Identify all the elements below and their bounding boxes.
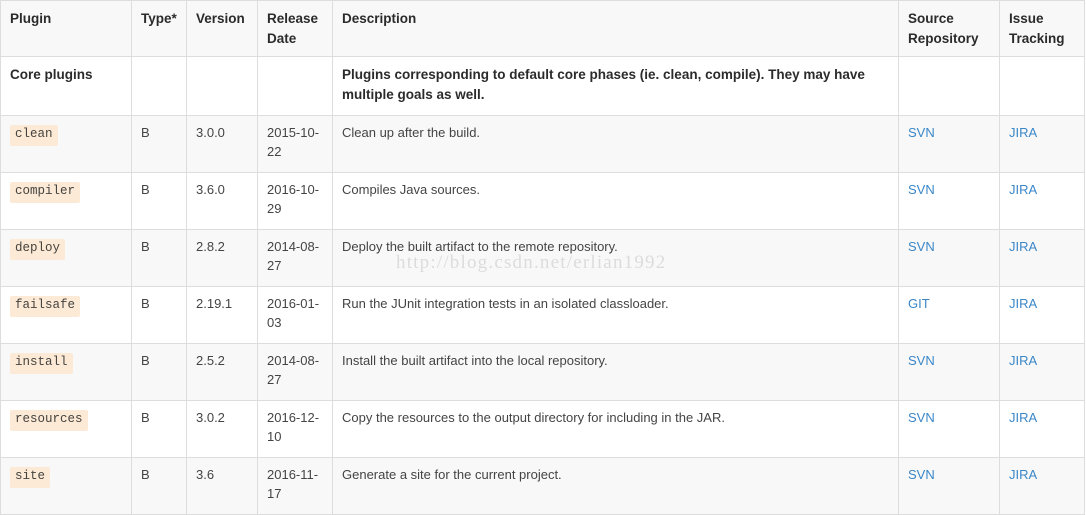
group-row-source-cell: [898, 56, 1000, 117]
plugin-name-badge[interactable]: resources: [10, 410, 88, 431]
column-header-version[interactable]: Version: [186, 0, 258, 58]
table-body: Core plugins Plugins corresponding to de…: [0, 56, 1085, 515]
group-row-type-cell: [131, 56, 187, 117]
source-repository-link[interactable]: SVN: [908, 467, 935, 482]
issue-tracking-link[interactable]: JIRA: [1009, 125, 1037, 140]
cell-source-repository: SVN: [898, 400, 1000, 459]
cell-description: Generate a site for the current project.: [332, 457, 899, 515]
cell-issue-tracking: JIRA: [999, 343, 1085, 402]
cell-release-date: 2014-08-27: [257, 229, 333, 288]
column-header-issue-tracking[interactable]: Issue Tracking: [999, 0, 1085, 58]
plugin-name-badge[interactable]: install: [10, 353, 73, 374]
source-repository-link[interactable]: SVN: [908, 239, 935, 254]
cell-source-repository: SVN: [898, 343, 1000, 402]
cell-version: 2.19.1: [186, 286, 258, 345]
cell-release-date: 2016-12-10: [257, 400, 333, 459]
plugins-table-viewport: Plugin Type* Version Release Date Descri…: [0, 0, 1086, 515]
cell-release-date: 2015-10-22: [257, 115, 333, 174]
column-header-description[interactable]: Description: [332, 0, 899, 58]
cell-version: 2.5.2: [186, 343, 258, 402]
cell-issue-tracking: JIRA: [999, 286, 1085, 345]
cell-type: B: [131, 115, 187, 174]
group-row-description-cell: Plugins corresponding to default core ph…: [332, 56, 899, 117]
source-repository-link[interactable]: SVN: [908, 125, 935, 140]
column-header-release-date[interactable]: Release Date: [257, 0, 333, 58]
issue-tracking-link[interactable]: JIRA: [1009, 182, 1037, 197]
cell-type: B: [131, 457, 187, 515]
issue-tracking-link[interactable]: JIRA: [1009, 353, 1037, 368]
table-row: resources B 3.0.2 2016-12-10 Copy the re…: [0, 400, 1085, 459]
cell-version: 3.0.0: [186, 115, 258, 174]
plugin-name-badge[interactable]: compiler: [10, 182, 81, 203]
table-group-row: Core plugins Plugins corresponding to de…: [0, 56, 1085, 117]
cell-description: Copy the resources to the output directo…: [332, 400, 899, 459]
cell-description: Run the JUnit integration tests in an is…: [332, 286, 899, 345]
source-repository-link[interactable]: SVN: [908, 353, 935, 368]
table-row: site B 3.6 2016-11-17 Generate a site fo…: [0, 457, 1085, 515]
plugin-name-badge[interactable]: failsafe: [10, 296, 81, 317]
group-row-name-cell: Core plugins: [0, 56, 132, 117]
table-row: compiler B 3.6.0 2016-10-29 Compiles Jav…: [0, 172, 1085, 231]
cell-source-repository: SVN: [898, 229, 1000, 288]
plugin-name-badge[interactable]: site: [10, 467, 51, 488]
plugin-name-badge[interactable]: clean: [10, 125, 58, 146]
cell-release-date: 2014-08-27: [257, 343, 333, 402]
table-row: install B 2.5.2 2014-08-27 Install the b…: [0, 343, 1085, 402]
cell-type: B: [131, 229, 187, 288]
issue-tracking-link[interactable]: JIRA: [1009, 296, 1037, 311]
cell-type: B: [131, 400, 187, 459]
cell-issue-tracking: JIRA: [999, 229, 1085, 288]
cell-version: 3.6.0: [186, 172, 258, 231]
cell-description: Install the built artifact into the loca…: [332, 343, 899, 402]
cell-description: Deploy the built artifact to the remote …: [332, 229, 899, 288]
column-header-source-repository[interactable]: Source Repository: [898, 0, 1000, 58]
source-repository-link[interactable]: SVN: [908, 410, 935, 425]
plugin-name-badge[interactable]: deploy: [10, 239, 66, 260]
group-row-name: Core plugins: [10, 67, 93, 83]
cell-version: 3.6: [186, 457, 258, 515]
table-header-row: Plugin Type* Version Release Date Descri…: [0, 0, 1085, 58]
cell-issue-tracking: JIRA: [999, 457, 1085, 515]
cell-type: B: [131, 172, 187, 231]
group-row-version-cell: [186, 56, 258, 117]
cell-release-date: 2016-10-29: [257, 172, 333, 231]
cell-plugin: failsafe: [0, 286, 132, 345]
cell-description: Compiles Java sources.: [332, 172, 899, 231]
cell-release-date: 2016-01-03: [257, 286, 333, 345]
cell-source-repository: GIT: [898, 286, 1000, 345]
cell-issue-tracking: JIRA: [999, 172, 1085, 231]
cell-source-repository: SVN: [898, 115, 1000, 174]
cell-issue-tracking: JIRA: [999, 400, 1085, 459]
cell-source-repository: SVN: [898, 172, 1000, 231]
cell-plugin: site: [0, 457, 132, 515]
issue-tracking-link[interactable]: JIRA: [1009, 410, 1037, 425]
cell-plugin: resources: [0, 400, 132, 459]
table-header: Plugin Type* Version Release Date Descri…: [0, 0, 1085, 58]
group-row-issue-cell: [999, 56, 1085, 117]
group-row-release-cell: [257, 56, 333, 117]
source-repository-link[interactable]: SVN: [908, 182, 935, 197]
cell-plugin: compiler: [0, 172, 132, 231]
cell-release-date: 2016-11-17: [257, 457, 333, 515]
cell-plugin: deploy: [0, 229, 132, 288]
maven-plugins-table: Plugin Type* Version Release Date Descri…: [0, 0, 1085, 515]
column-header-plugin[interactable]: Plugin: [0, 0, 132, 58]
table-row: clean B 3.0.0 2015-10-22 Clean up after …: [0, 115, 1085, 174]
source-repository-link[interactable]: GIT: [908, 296, 930, 311]
issue-tracking-link[interactable]: JIRA: [1009, 467, 1037, 482]
cell-description: Clean up after the build.: [332, 115, 899, 174]
cell-plugin: clean: [0, 115, 132, 174]
table-row: failsafe B 2.19.1 2016-01-03 Run the JUn…: [0, 286, 1085, 345]
table-row: deploy B 2.8.2 2014-08-27 Deploy the bui…: [0, 229, 1085, 288]
cell-issue-tracking: JIRA: [999, 115, 1085, 174]
cell-source-repository: SVN: [898, 457, 1000, 515]
cell-type: B: [131, 343, 187, 402]
cell-type: B: [131, 286, 187, 345]
group-row-description: Plugins corresponding to default core ph…: [342, 67, 865, 102]
column-header-type[interactable]: Type*: [131, 0, 187, 58]
cell-version: 3.0.2: [186, 400, 258, 459]
issue-tracking-link[interactable]: JIRA: [1009, 239, 1037, 254]
cell-version: 2.8.2: [186, 229, 258, 288]
cell-plugin: install: [0, 343, 132, 402]
